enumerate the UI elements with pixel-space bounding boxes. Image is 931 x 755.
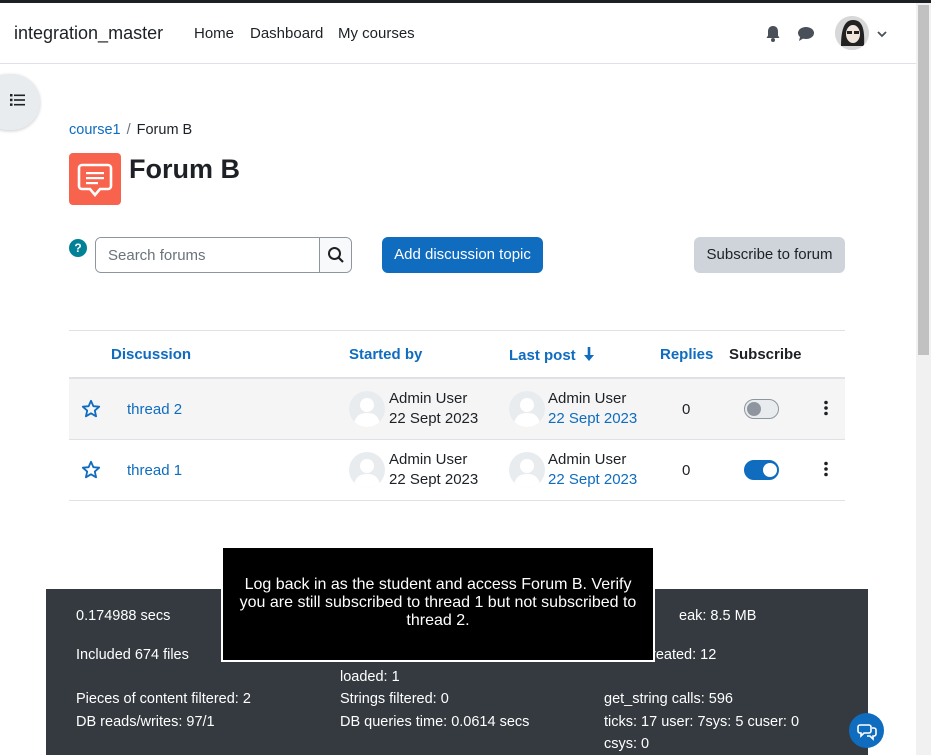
footer-ticks: ticks: 17 user: 7sys: 5 cuser: 0 bbox=[604, 714, 800, 730]
breadcrumb: course1 / Forum B bbox=[69, 122, 192, 138]
avatar bbox=[349, 391, 385, 427]
thread-link[interactable]: thread 1 bbox=[127, 462, 182, 479]
more-options-icon[interactable] bbox=[824, 461, 828, 481]
column-started-by[interactable]: Started by bbox=[349, 346, 422, 363]
sort-arrow-down-icon bbox=[583, 347, 594, 361]
more-options-icon[interactable] bbox=[824, 400, 828, 420]
subscribe-toggle[interactable] bbox=[744, 399, 779, 419]
started-by-name: Admin User bbox=[389, 390, 468, 407]
footer-db: DB reads/writes: 97/1 bbox=[76, 714, 215, 730]
star-icon[interactable] bbox=[81, 399, 101, 423]
avatar bbox=[349, 452, 385, 488]
started-by-date: 22 Sept 2023 bbox=[389, 471, 479, 488]
footer-dbtime: DB queries time: 0.0614 secs bbox=[340, 714, 530, 730]
footer-files: Included 674 files bbox=[76, 647, 189, 663]
footer-secs: 0.174988 secs bbox=[76, 608, 171, 624]
messages-icon[interactable] bbox=[797, 25, 815, 43]
breadcrumb-separator: / bbox=[126, 122, 131, 138]
replies-count: 0 bbox=[682, 462, 691, 479]
notification-bell-icon[interactable] bbox=[765, 25, 783, 43]
list-icon bbox=[10, 94, 25, 106]
footer-filtered: Pieces of content filtered: 2 bbox=[76, 691, 251, 707]
chat-icon bbox=[857, 724, 877, 741]
column-discussion[interactable]: Discussion bbox=[111, 346, 191, 363]
last-post-name: Admin User bbox=[548, 451, 627, 468]
course-index-toggle-button[interactable] bbox=[0, 74, 40, 130]
started-by-date: 22 Sept 2023 bbox=[389, 410, 479, 427]
footer-loaded: loaded: 1 bbox=[340, 669, 400, 685]
avatar bbox=[509, 452, 545, 488]
help-icon[interactable]: ? bbox=[69, 239, 87, 257]
started-by-name: Admin User bbox=[389, 451, 468, 468]
search-icon bbox=[328, 247, 344, 263]
breadcrumb-course-link[interactable]: course1 bbox=[69, 122, 121, 138]
page-title: Forum B bbox=[129, 154, 240, 184]
last-post-name: Admin User bbox=[548, 390, 627, 407]
footer-getstring: get_string calls: 596 bbox=[604, 691, 733, 707]
user-avatar[interactable] bbox=[835, 16, 869, 50]
chevron-down-icon[interactable] bbox=[876, 27, 888, 39]
column-last-post-label: Last post bbox=[509, 347, 576, 364]
search-input[interactable] bbox=[96, 238, 319, 272]
add-discussion-topic-button[interactable]: Add discussion topic bbox=[382, 237, 543, 273]
table-top-divider bbox=[69, 330, 845, 331]
replies-count: 0 bbox=[682, 401, 691, 418]
star-icon[interactable] bbox=[81, 460, 101, 484]
last-post-date-link[interactable]: 22 Sept 2023 bbox=[548, 410, 637, 427]
subscribe-toggle[interactable] bbox=[744, 460, 779, 480]
column-replies[interactable]: Replies bbox=[660, 346, 713, 363]
footer-strings: Strings filtered: 0 bbox=[340, 691, 449, 707]
nav-dashboard[interactable]: Dashboard bbox=[250, 25, 323, 42]
forum-activity-icon bbox=[69, 153, 121, 205]
last-post-date-link[interactable]: 22 Sept 2023 bbox=[548, 471, 637, 488]
footer-peak: eak: 8.5 MB bbox=[679, 608, 757, 624]
site-brand[interactable]: integration_master bbox=[14, 23, 163, 44]
footer-created: reated: 12 bbox=[651, 647, 717, 663]
subscribe-to-forum-button[interactable]: Subscribe to forum bbox=[694, 237, 845, 273]
footer-csys: csys: 0 bbox=[604, 736, 650, 752]
avatar bbox=[509, 391, 545, 427]
thread-link[interactable]: thread 2 bbox=[127, 401, 182, 418]
scrollbar-thumb[interactable] bbox=[918, 5, 929, 355]
search-forums-box bbox=[95, 237, 352, 273]
column-last-post[interactable]: Last post bbox=[509, 346, 595, 364]
instruction-overlay: Log back in as the student and access Fo… bbox=[221, 546, 655, 662]
column-subscribe: Subscribe bbox=[729, 346, 802, 363]
table-row: thread 1 Admin User 22 Sept 2023 Admin U… bbox=[69, 440, 845, 501]
table-row: thread 2 Admin User 22 Sept 2023 Admin U… bbox=[69, 379, 845, 440]
breadcrumb-current: Forum B bbox=[136, 122, 193, 138]
search-button[interactable] bbox=[319, 238, 351, 272]
chat-button[interactable] bbox=[849, 713, 884, 748]
top-navbar: integration_master Home Dashboard My cou… bbox=[0, 3, 916, 64]
nav-my-courses[interactable]: My courses bbox=[338, 25, 415, 42]
nav-home[interactable]: Home bbox=[194, 25, 234, 42]
